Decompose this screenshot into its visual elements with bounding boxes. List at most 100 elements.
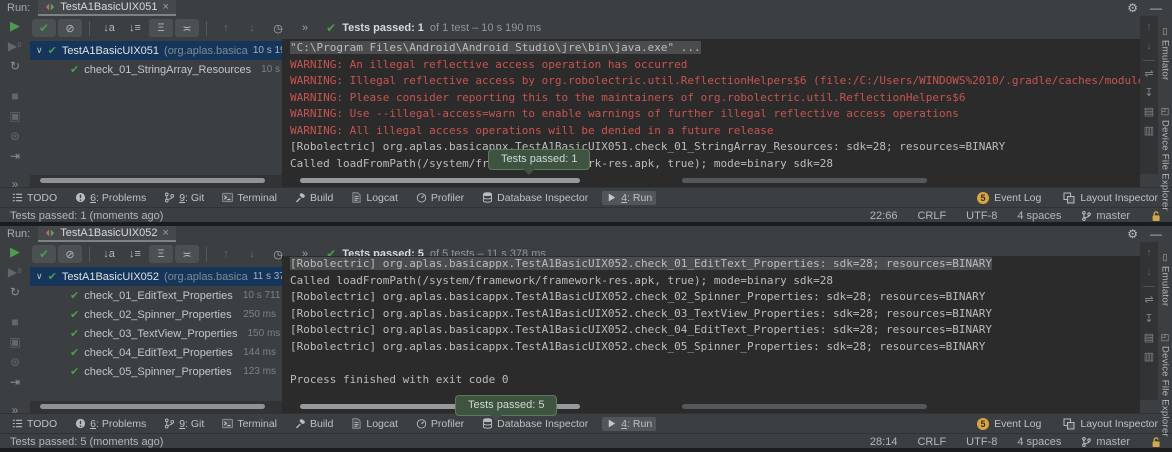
test-tree-row[interactable]: ∨ ✔ check_02_Spinner_Properties 250 ms xyxy=(30,305,282,324)
screenshot-icon[interactable]: ▣ xyxy=(9,336,20,348)
toolwindow-button-build[interactable]: Build xyxy=(291,191,337,205)
expand-all-icon[interactable]: Ξ xyxy=(149,245,173,263)
toolwindow-button-run[interactable]: 4: Run xyxy=(602,191,656,205)
close-icon[interactable]: × xyxy=(162,1,168,13)
rerun-icon[interactable]: ▶ xyxy=(10,20,20,32)
close-tool-window-icon[interactable]: ⇥ xyxy=(10,376,20,388)
toolwindow-button-build[interactable]: Build xyxy=(291,417,337,431)
up-stack-trace-icon[interactable]: ↑ xyxy=(1146,248,1152,259)
toolwindow-button-todo[interactable]: TODO xyxy=(8,417,61,431)
previous-failed-icon[interactable]: ↑ xyxy=(214,245,238,263)
toolwindow-button-logcat[interactable]: Logcat xyxy=(347,417,402,431)
git-branch-widget[interactable]: master xyxy=(1081,436,1130,448)
print-icon[interactable]: ▤ xyxy=(1144,333,1154,344)
tree-scrollbar[interactable] xyxy=(40,404,265,409)
chevron-down-icon[interactable]: ∨ xyxy=(36,271,43,282)
toggle-auto-test-icon[interactable]: ↻ xyxy=(10,60,20,72)
test-history-icon[interactable]: ◷ xyxy=(266,19,290,37)
toolwindow-button-todo[interactable]: TODO xyxy=(8,191,61,205)
device-file-explorer-tab[interactable]: ◰ Device File Explorer xyxy=(1160,332,1171,437)
test-tree-row[interactable]: ∨ ✔ check_05_Spinner_Properties 123 ms xyxy=(30,362,282,381)
expand-all-icon[interactable]: Ξ xyxy=(149,19,173,37)
tree-scrollbar[interactable] xyxy=(40,178,265,183)
indent-setting[interactable]: 4 spaces xyxy=(1017,210,1061,222)
sort-by-duration-icon[interactable]: ↓≡ xyxy=(123,245,147,263)
test-tree-row[interactable]: ∨ ✔ check_04_EditText_Properties 144 ms xyxy=(30,343,282,362)
encoding[interactable]: UTF-8 xyxy=(966,210,997,222)
toggle-auto-test-icon[interactable]: ↻ xyxy=(10,286,20,298)
layout-inspector-button[interactable]: Layout Inspector xyxy=(1063,192,1158,204)
test-tree-row[interactable]: ∨ ✔ TestA1BasicUIX051 (org.aplas.basica … xyxy=(30,41,282,60)
toolwindow-button-profiler[interactable]: Profiler xyxy=(412,417,468,431)
rerun-failed-tests-icon[interactable]: ▶⁹ xyxy=(8,40,22,52)
emulator-tab[interactable]: ▯ Emulator xyxy=(1160,26,1171,80)
close-icon[interactable]: × xyxy=(162,227,168,239)
event-log-button[interactable]: 5 Event Log xyxy=(977,192,1041,204)
clear-all-icon[interactable]: ▥ xyxy=(1144,126,1154,137)
device-file-explorer-tab[interactable]: ◰ Device File Explorer xyxy=(1160,106,1171,211)
caret-position[interactable]: 28:14 xyxy=(870,436,898,448)
show-passed-icon[interactable]: ✔ xyxy=(32,245,56,263)
toolwindow-button-database-inspector[interactable]: Database Inspector xyxy=(478,191,592,205)
test-tree-row[interactable]: ∨ ✔ check_01_StringArray_Resources 10 s … xyxy=(30,60,282,79)
screenshot-icon[interactable]: ▣ xyxy=(9,110,20,122)
toolwindow-button-terminal[interactable]: Terminal xyxy=(218,417,281,431)
toolwindow-button-logcat[interactable]: Logcat xyxy=(347,191,402,205)
next-failed-icon[interactable]: ↓ xyxy=(240,19,264,37)
show-ignored-icon[interactable]: ⊘ xyxy=(58,245,82,263)
lock-icon[interactable] xyxy=(1150,210,1162,222)
scroll-to-end-icon[interactable]: ↧ xyxy=(1144,88,1153,99)
minimize-icon[interactable]: — xyxy=(1150,227,1162,241)
soft-wrap-icon[interactable]: ⇌ xyxy=(1144,295,1153,306)
down-stack-trace-icon[interactable]: ↓ xyxy=(1146,267,1152,278)
dump-threads-icon[interactable]: ⊛ xyxy=(10,130,20,142)
rerun-icon[interactable]: ▶ xyxy=(10,246,20,258)
emulator-tab[interactable]: ▯ Emulator xyxy=(1160,252,1171,306)
toolwindow-button-problems[interactable]: 6: Problems xyxy=(71,191,150,205)
console-scrollbar-2[interactable] xyxy=(682,178,927,183)
event-log-button[interactable]: 5 Event Log xyxy=(977,418,1041,430)
rerun-failed-tests-icon[interactable]: ▶⁹ xyxy=(8,266,22,278)
run-tab[interactable]: TestA1BasicUIX052 × xyxy=(38,226,176,242)
down-stack-trace-icon[interactable]: ↓ xyxy=(1146,41,1152,52)
test-tree-row[interactable]: ∨ ✔ check_01_EditText_Properties 10 s 71… xyxy=(30,286,282,305)
gear-icon[interactable]: ⚙ xyxy=(1127,1,1138,15)
caret-position[interactable]: 22:66 xyxy=(870,210,898,222)
previous-failed-icon[interactable]: ↑ xyxy=(214,19,238,37)
dump-threads-icon[interactable]: ⊛ xyxy=(10,356,20,368)
git-branch-widget[interactable]: master xyxy=(1081,210,1130,222)
more-icon[interactable]: » xyxy=(302,22,308,34)
console-output[interactable]: "C:\Program Files\Android\Android Studio… xyxy=(282,39,1140,175)
toolwindow-button-git[interactable]: 9: Git xyxy=(160,417,208,431)
collapse-all-icon[interactable]: ≍ xyxy=(175,19,199,37)
close-tool-window-icon[interactable]: ⇥ xyxy=(10,150,20,162)
run-tab[interactable]: TestA1BasicUIX051 × xyxy=(38,0,176,16)
minimize-icon[interactable]: — xyxy=(1150,1,1162,15)
more-icon[interactable]: » xyxy=(12,404,19,416)
sort-alphabetically-icon[interactable]: ↓a xyxy=(97,19,121,37)
toolwindow-button-profiler[interactable]: Profiler xyxy=(412,191,468,205)
lock-icon[interactable] xyxy=(1150,436,1162,448)
sort-alphabetically-icon[interactable]: ↓a xyxy=(97,245,121,263)
collapse-all-icon[interactable]: ≍ xyxy=(175,245,199,263)
console-scrollbar-2[interactable] xyxy=(682,404,927,409)
line-endings[interactable]: CRLF xyxy=(917,436,946,448)
console-scrollbar[interactable] xyxy=(300,178,580,183)
chevron-down-icon[interactable]: ∨ xyxy=(36,45,43,56)
clear-all-icon[interactable]: ▥ xyxy=(1144,352,1154,363)
gear-icon[interactable]: ⚙ xyxy=(1127,227,1138,241)
toolwindow-button-run[interactable]: 4: Run xyxy=(602,417,656,431)
layout-inspector-button[interactable]: Layout Inspector xyxy=(1063,418,1158,430)
encoding[interactable]: UTF-8 xyxy=(966,436,997,448)
sort-by-duration-icon[interactable]: ↓≡ xyxy=(123,19,147,37)
console-output[interactable]: [Robolectric] org.aplas.basicappx.TestA1… xyxy=(282,256,1140,401)
toolwindow-button-problems[interactable]: 6: Problems xyxy=(71,417,150,431)
show-ignored-icon[interactable]: ⊘ xyxy=(58,19,82,37)
stop-icon[interactable]: ■ xyxy=(11,90,18,102)
next-failed-icon[interactable]: ↓ xyxy=(240,245,264,263)
soft-wrap-icon[interactable]: ⇌ xyxy=(1144,69,1153,80)
toolwindow-button-terminal[interactable]: Terminal xyxy=(218,191,281,205)
show-passed-icon[interactable]: ✔ xyxy=(32,19,56,37)
indent-setting[interactable]: 4 spaces xyxy=(1017,436,1061,448)
up-stack-trace-icon[interactable]: ↑ xyxy=(1146,22,1152,33)
